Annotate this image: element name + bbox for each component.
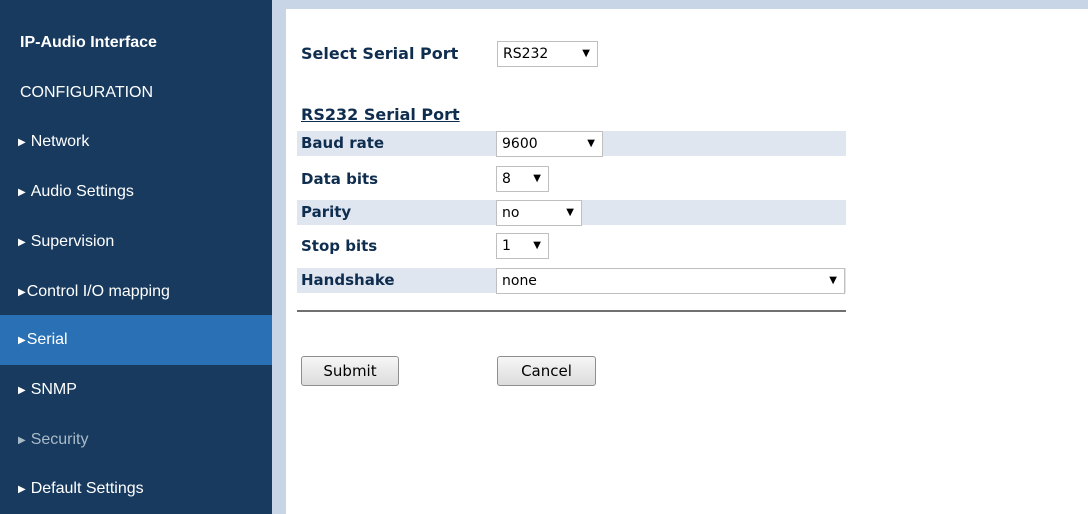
sidebar-item-label: Serial <box>26 331 68 348</box>
submit-button[interactable]: Submit <box>301 356 399 386</box>
chevron-down-icon: ▼ <box>566 207 574 218</box>
chevron-down-icon: ▼ <box>829 275 837 286</box>
sidebar-item-serial[interactable]: ▶Serial <box>0 315 272 365</box>
select-serial-port-label: Select Serial Port <box>301 44 459 63</box>
triangle-right-icon: ▶ <box>18 385 26 396</box>
sidebar-item-label: SNMP <box>30 381 77 398</box>
handshake-select[interactable]: none ▼ <box>496 268 845 294</box>
sidebar-item-label: Default Settings <box>30 480 144 497</box>
sidebar-item-default-settings[interactable]: ▶ Default Settings <box>0 464 272 514</box>
triangle-right-icon: ▶ <box>18 237 26 248</box>
handshake-label: Handshake <box>301 271 395 289</box>
triangle-right-icon: ▶ <box>18 484 26 495</box>
divider <box>297 310 846 312</box>
triangle-right-icon: ▶ <box>18 335 26 346</box>
triangle-right-icon: ▶ <box>18 435 26 446</box>
data-bits-label: Data bits <box>301 170 379 188</box>
sidebar-item-snmp[interactable]: ▶ SNMP <box>0 365 272 415</box>
sidebar-item-label: Supervision <box>30 233 115 250</box>
sidebar: IP-Audio Interface CONFIGURATION ▶ Networ… <box>0 0 272 514</box>
data-bits-row: Data bits <box>297 167 846 192</box>
stop-bits-select[interactable]: 1 ▼ <box>496 233 549 259</box>
cancel-button[interactable]: Cancel <box>497 356 596 386</box>
parity-select[interactable]: no ▼ <box>496 200 582 226</box>
sidebar-item-label: Control I/O mapping <box>26 283 170 300</box>
serial-port-select[interactable]: RS232 ▼ <box>497 41 598 67</box>
sidebar-item-label: Audio Settings <box>30 183 134 200</box>
baud-rate-label: Baud rate <box>301 134 385 152</box>
chevron-down-icon: ▼ <box>533 173 541 184</box>
baud-rate-select[interactable]: 9600 ▼ <box>496 131 603 157</box>
sidebar-item-security: ▶ Security <box>0 415 272 465</box>
section-heading: RS232 Serial Port <box>301 105 460 124</box>
stop-bits-row: Stop bits <box>297 234 846 259</box>
sidebar-item-audio-settings[interactable]: ▶ Audio Settings <box>0 167 272 217</box>
sidebar-item-supervision[interactable]: ▶ Supervision <box>0 217 272 267</box>
baud-rate-value: 9600 <box>502 136 538 152</box>
sidebar-item-label: Security <box>30 431 89 448</box>
chevron-down-icon: ▼ <box>587 138 595 149</box>
data-bits-select[interactable]: 8 ▼ <box>496 166 549 192</box>
sidebar-item-network[interactable]: ▶ Network <box>0 117 272 167</box>
page: IP-Audio Interface CONFIGURATION ▶ Networ… <box>0 0 1088 514</box>
triangle-right-icon: ▶ <box>18 287 26 298</box>
handshake-value: none <box>502 273 537 289</box>
sidebar-title: IP-Audio Interface <box>20 34 157 51</box>
top-accent-bar <box>272 0 1088 9</box>
serial-port-select-value: RS232 <box>503 46 549 62</box>
parity-label: Parity <box>301 203 352 221</box>
sidebar-item-control-io-mapping[interactable]: ▶Control I/O mapping <box>0 267 272 317</box>
stop-bits-label: Stop bits <box>301 237 378 255</box>
sidebar-section-heading: CONFIGURATION <box>20 84 154 101</box>
left-accent-strip <box>272 9 286 514</box>
data-bits-value: 8 <box>502 171 511 187</box>
chevron-down-icon: ▼ <box>533 240 541 251</box>
chevron-down-icon: ▼ <box>582 48 590 59</box>
triangle-right-icon: ▶ <box>18 187 26 198</box>
stop-bits-value: 1 <box>502 238 511 254</box>
sidebar-item-label: Network <box>30 133 90 150</box>
triangle-right-icon: ▶ <box>18 137 26 148</box>
parity-value: no <box>502 205 520 221</box>
